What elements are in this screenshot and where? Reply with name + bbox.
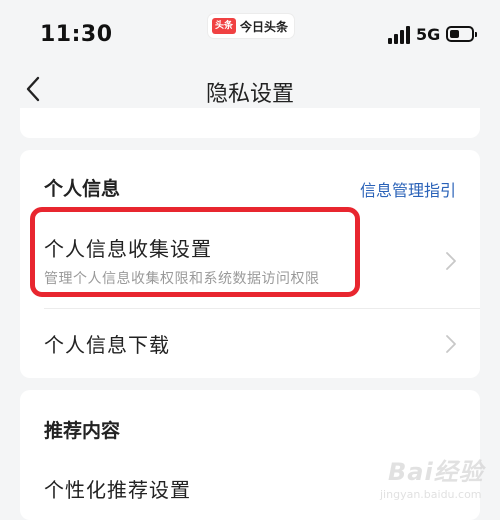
row-personal-info-download[interactable]: 个人信息下载 [20, 309, 480, 378]
battery-level [450, 30, 459, 38]
status-bar: 11:30 头条 今日头条 5G [0, 0, 500, 62]
chevron-right-icon [446, 252, 456, 270]
info-management-guide-link[interactable]: 信息管理指引 [360, 177, 456, 201]
row-personalized-recommend[interactable]: 个性化推荐设置 [20, 460, 480, 516]
app-badge: 头条 今日头条 [208, 14, 295, 38]
previous-card [20, 108, 480, 138]
battery-icon [446, 26, 477, 42]
row-title: 个人信息收集设置 [44, 237, 212, 261]
network-type: 5G [416, 25, 441, 44]
chevron-right-icon [446, 335, 456, 353]
signal-icon [388, 26, 412, 44]
page-title: 隐私设置 [205, 82, 294, 107]
app-logo-icon: 头条 [212, 18, 237, 34]
app-name: 今日头条 [240, 19, 289, 34]
section-title-personal-info: 个人信息 [44, 178, 121, 200]
row-subtitle: 管理个人信息收集权限和系统数据访问权限 [44, 271, 320, 287]
recommend-card: 推荐内容 个性化推荐设置 [20, 390, 480, 520]
row-personal-info-collection[interactable]: 个人信息收集设置 管理个人信息收集权限和系统数据访问权限 [20, 220, 480, 308]
status-time: 11:30 [40, 22, 113, 47]
section-title-recommend: 推荐内容 [44, 420, 121, 442]
row-title: 个人信息下载 [44, 333, 170, 357]
row-title: 个性化推荐设置 [44, 478, 191, 502]
personal-info-card: 个人信息 信息管理指引 个人信息收集设置 管理个人信息收集权限和系统数据访问权限… [20, 150, 480, 378]
